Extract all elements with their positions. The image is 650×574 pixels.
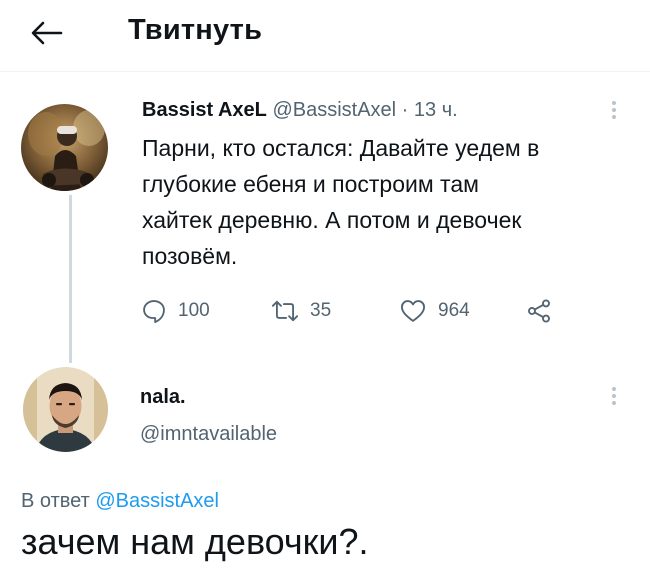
reply-count: 100 xyxy=(178,300,210,321)
share-button[interactable] xyxy=(525,293,553,329)
retweet-count: 35 xyxy=(310,300,332,321)
retweet-button[interactable]: 35 xyxy=(270,293,331,329)
heart-icon xyxy=(400,300,426,322)
avatar-photo-icon xyxy=(21,104,108,191)
reply-icon xyxy=(143,300,165,324)
in-reply-to: В ответ @BassistAxel xyxy=(21,490,219,513)
reply-button[interactable]: 100 xyxy=(140,293,210,329)
tweet-text: Парни, кто остался: Давайте уедем в глуб… xyxy=(142,135,540,269)
reply-author-name[interactable]: nala. xyxy=(140,386,186,409)
in-reply-prefix: В ответ xyxy=(21,490,90,512)
thread-connector-line xyxy=(69,195,72,363)
tweet-author-line: Bassist AxeL @BassistAxel · 13 ч. xyxy=(142,99,458,122)
reply-more-options-button[interactable] xyxy=(605,384,623,412)
share-icon xyxy=(528,299,550,323)
tweet-time[interactable]: · 13 ч. xyxy=(402,99,458,121)
tweet-actions: 100 35 964 xyxy=(140,293,590,329)
reply-avatar[interactable] xyxy=(23,367,108,452)
like-button[interactable]: 964 xyxy=(398,293,470,329)
retweet-icon xyxy=(271,300,299,322)
more-dots-icon xyxy=(605,387,623,405)
top-bar: Твитнуть xyxy=(0,0,650,72)
reply-author-handle[interactable]: @imntavailable xyxy=(140,423,277,446)
reply-text: зачем нам девочки?. xyxy=(21,521,369,562)
like-count: 964 xyxy=(438,300,470,321)
author-name[interactable]: Bassist AxeL xyxy=(142,99,267,121)
in-reply-handle-link[interactable]: @BassistAxel xyxy=(95,490,219,512)
arrow-left-icon xyxy=(31,21,63,45)
avatar-photo-icon xyxy=(23,367,108,452)
more-dots-icon xyxy=(605,101,623,119)
more-options-button[interactable] xyxy=(605,98,623,126)
avatar[interactable] xyxy=(21,104,108,191)
page-title: Твитнуть xyxy=(128,14,263,46)
author-handle[interactable]: @BassistAxel xyxy=(272,99,396,121)
back-button[interactable] xyxy=(28,19,64,47)
